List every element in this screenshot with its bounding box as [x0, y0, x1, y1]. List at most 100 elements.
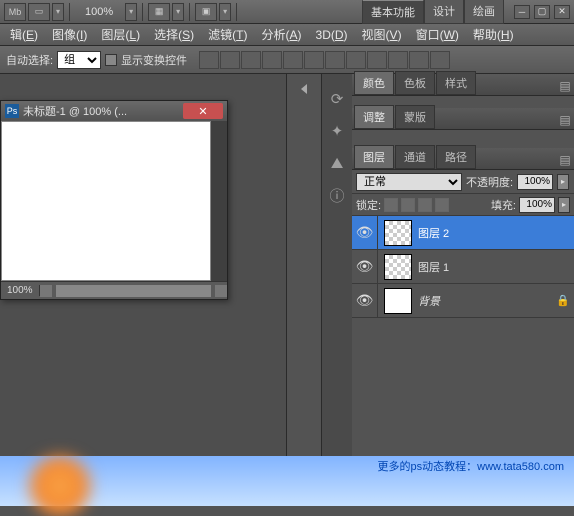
align-icon-7[interactable]	[325, 51, 345, 69]
history-icon[interactable]: ⟳	[328, 90, 346, 108]
opacity-input[interactable]	[517, 174, 553, 190]
view-dropdown-1[interactable]: ▾	[172, 3, 184, 21]
visibility-icon[interactable]: 👁	[352, 216, 378, 250]
workspace-tab-design[interactable]: 设计	[424, 0, 464, 24]
align-icon-1[interactable]	[199, 51, 219, 69]
lock-label: 锁定:	[356, 197, 381, 213]
layer-name[interactable]: 图层 1	[418, 259, 574, 275]
color-panel-tabs: 颜色 色板 样式 ▤	[352, 74, 574, 96]
zoom-display[interactable]: 100%	[75, 6, 123, 18]
show-transform-label: 显示变换控件	[121, 52, 187, 68]
opacity-label: 不透明度:	[466, 174, 513, 190]
layer-thumbnail[interactable]	[384, 254, 412, 280]
menu-help[interactable]: 帮助(H)	[467, 24, 520, 45]
align-icon-2[interactable]	[220, 51, 240, 69]
close-button[interactable]: ✕	[554, 5, 570, 19]
menu-layer[interactable]: 图层(L)	[95, 24, 146, 45]
tab-color[interactable]: 颜色	[354, 71, 394, 95]
lock-position-icon[interactable]	[418, 198, 432, 212]
layer-thumbnail[interactable]	[384, 288, 412, 314]
view-dropdown-2[interactable]: ▾	[219, 3, 231, 21]
navigator-icon[interactable]: ✦	[328, 122, 346, 140]
doc-zoom[interactable]: 100%	[1, 285, 40, 296]
horizontal-scrollbar[interactable]	[56, 285, 211, 297]
collapse-left-icon[interactable]	[301, 84, 307, 94]
align-icon-11[interactable]	[409, 51, 429, 69]
blur-graphic	[30, 456, 90, 516]
layer-row[interactable]: 👁 图层 2	[352, 216, 574, 250]
view-button-1[interactable]: ▦	[148, 3, 170, 21]
menu-3d[interactable]: 3D(D)	[310, 26, 354, 44]
layer-name[interactable]: 图层 2	[418, 225, 574, 241]
panels-area: 颜色 色板 样式 ▤ 调整 蒙版 ▤ 图层 通道 路径 ▤ 正常 不透明度: ▸	[352, 74, 574, 506]
show-transform-checkbox[interactable]	[105, 54, 117, 66]
minimize-button[interactable]: ─	[514, 5, 530, 19]
screen-mode-button[interactable]: ▭	[28, 3, 50, 21]
align-icon-5[interactable]	[283, 51, 303, 69]
menu-window[interactable]: 窗口(W)	[410, 24, 465, 45]
layer-thumbnail[interactable]	[384, 220, 412, 246]
panel-menu-icon-2[interactable]: ▤	[556, 111, 574, 129]
histogram-icon[interactable]: ⛰	[328, 154, 346, 172]
autoselect-dropdown[interactable]: 组	[57, 51, 101, 69]
menu-view[interactable]: 视图(V)	[356, 24, 408, 45]
maximize-button[interactable]: ▢	[534, 5, 550, 19]
align-icon-10[interactable]	[388, 51, 408, 69]
align-icon-8[interactable]	[346, 51, 366, 69]
scroll-left-icon[interactable]	[40, 285, 52, 297]
scroll-right-icon[interactable]	[215, 285, 227, 297]
panel-menu-icon-3[interactable]: ▤	[556, 151, 574, 169]
visibility-icon[interactable]: 👁	[352, 250, 378, 284]
tab-channels[interactable]: 通道	[395, 145, 435, 169]
align-icon-9[interactable]	[367, 51, 387, 69]
window-controls: ─ ▢ ✕	[514, 5, 570, 19]
align-icon-12[interactable]	[430, 51, 450, 69]
tab-masks[interactable]: 蒙版	[395, 105, 435, 129]
document-area: Ps 未标题-1 @ 100% (... ✕ 100%	[0, 74, 286, 506]
zoom-dropdown[interactable]: ▾	[125, 3, 137, 21]
lock-all-icon[interactable]	[435, 198, 449, 212]
info-icon[interactable]: ⓘ	[328, 186, 346, 204]
layer-name[interactable]: 背景	[418, 293, 556, 309]
blend-mode-dropdown[interactable]: 正常	[356, 173, 462, 191]
tab-swatches[interactable]: 色板	[395, 71, 435, 95]
align-icon-6[interactable]	[304, 51, 324, 69]
workspace-tab-basic[interactable]: 基本功能	[362, 0, 424, 24]
menu-analysis[interactable]: 分析(A)	[255, 24, 307, 45]
layer-row[interactable]: 👁 背景 🔒	[352, 284, 574, 318]
document-close-button[interactable]: ✕	[183, 103, 223, 119]
ps-icon: Ps	[5, 104, 19, 118]
menu-select[interactable]: 选择(S)	[148, 24, 200, 45]
document-window[interactable]: Ps 未标题-1 @ 100% (... ✕ 100%	[0, 100, 228, 300]
lock-transparent-icon[interactable]	[384, 198, 398, 212]
lock-pixels-icon[interactable]	[401, 198, 415, 212]
visibility-icon[interactable]: 👁	[352, 284, 378, 318]
view-button-2[interactable]: ▣	[195, 3, 217, 21]
lock-icon: 🔒	[556, 294, 574, 307]
menu-bar: 辑(E) 图像(I) 图层(L) 选择(S) 滤镜(T) 分析(A) 3D(D)…	[0, 24, 574, 46]
workspace: Ps 未标题-1 @ 100% (... ✕ 100% ⟳ ✦ ⛰ ⓘ 颜色 色…	[0, 74, 574, 506]
panel-menu-icon[interactable]: ▤	[556, 77, 574, 95]
tab-styles[interactable]: 样式	[436, 71, 476, 95]
tab-layers[interactable]: 图层	[354, 145, 394, 169]
tab-adjustments[interactable]: 调整	[354, 105, 394, 129]
mb-button[interactable]: Mb	[4, 3, 26, 21]
align-icon-3[interactable]	[241, 51, 261, 69]
document-titlebar[interactable]: Ps 未标题-1 @ 100% (... ✕	[1, 101, 227, 121]
adjust-panel-tabs: 调整 蒙版 ▤	[352, 108, 574, 130]
fill-input[interactable]	[519, 197, 555, 213]
align-icon-4[interactable]	[262, 51, 282, 69]
icon-panel-strip: ⟳ ✦ ⛰ ⓘ	[322, 74, 352, 506]
workspace-tabs: 基本功能 设计 绘画	[362, 0, 504, 24]
opacity-flyout-icon[interactable]: ▸	[557, 174, 569, 190]
layers-blend-row: 正常 不透明度: ▸	[352, 170, 574, 194]
fill-flyout-icon[interactable]: ▸	[558, 197, 570, 213]
layer-row[interactable]: 👁 图层 1	[352, 250, 574, 284]
menu-filter[interactable]: 滤镜(T)	[202, 24, 253, 45]
canvas[interactable]	[1, 121, 211, 281]
screen-mode-dropdown[interactable]: ▾	[52, 3, 64, 21]
tab-paths[interactable]: 路径	[436, 145, 476, 169]
menu-image[interactable]: 图像(I)	[46, 24, 93, 45]
workspace-tab-paint[interactable]: 绘画	[464, 0, 504, 24]
menu-edit[interactable]: 辑(E)	[4, 24, 44, 45]
